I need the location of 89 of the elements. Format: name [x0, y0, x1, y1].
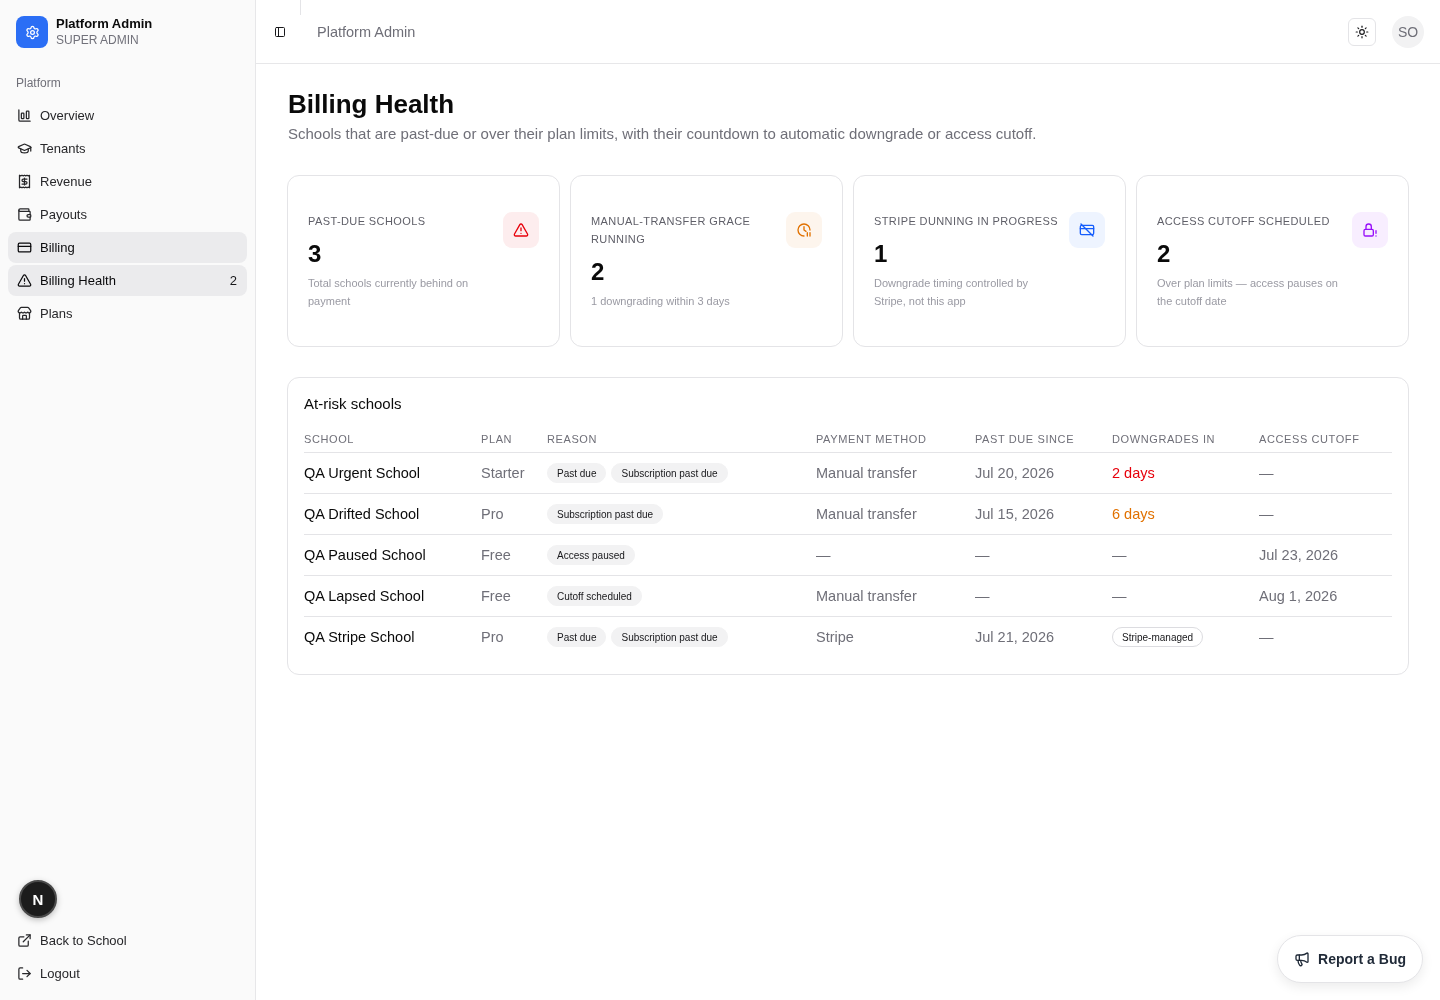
- report-bug-button[interactable]: Report a Bug: [1277, 935, 1423, 983]
- column-header: SCHOOL: [304, 432, 355, 445]
- bar-chart-icon: [17, 108, 32, 123]
- table-cell: Jul 20, 2026: [975, 465, 1054, 481]
- sidebar-item[interactable]: Back to School: [8, 925, 247, 956]
- user-avatar[interactable]: SO: [1392, 15, 1424, 48]
- table-cell: —: [816, 547, 831, 563]
- receipt-icon: [17, 174, 32, 189]
- column-header: PAYMENT METHOD: [816, 432, 927, 445]
- table-cell: Jul 21, 2026: [975, 629, 1054, 645]
- panel-left-icon: [274, 25, 286, 38]
- reason-tag: Access paused: [547, 545, 635, 565]
- table-cell: —: [975, 588, 990, 604]
- table-cell: QA Urgent School: [304, 465, 421, 481]
- reason-tag: Subscription past due: [611, 627, 728, 647]
- column-header: ACCESS CUTOFF: [1259, 432, 1360, 445]
- table-cell: QA Stripe School: [304, 629, 415, 645]
- column-header: REASON: [547, 432, 598, 445]
- external-link-icon: [17, 933, 32, 948]
- table-cell: Free: [481, 547, 511, 563]
- sidebar-item[interactable]: Plans: [8, 298, 247, 329]
- stat-note: Downgrade timing controlled by Stripe, not this app: [874, 276, 1030, 309]
- page-title: Billing Health: [288, 88, 456, 120]
- wallet-icon: [17, 207, 32, 222]
- table-cell: Manual transfer: [816, 465, 917, 481]
- sidebar-item[interactable]: Revenue: [8, 166, 247, 197]
- table-cell: Manual transfer: [816, 506, 917, 522]
- graduation-cap-icon: [17, 141, 32, 156]
- stat-value: 3: [308, 240, 323, 268]
- column-header: PAST DUE SINCE: [975, 432, 1075, 445]
- stat-value: 2: [1157, 240, 1172, 268]
- reason-tag: Cutoff scheduled: [547, 586, 642, 606]
- stat-value: 2: [591, 258, 606, 286]
- table-cell: QA Lapsed School: [304, 588, 425, 604]
- sun-icon: [1355, 24, 1369, 39]
- logout-icon: [17, 966, 32, 981]
- table-cell: Manual transfer: [816, 588, 917, 604]
- table-cell: Pro: [481, 629, 504, 645]
- table-cell: Jul 15, 2026: [975, 506, 1054, 522]
- megaphone-icon: [1294, 951, 1311, 967]
- sidebar-item[interactable]: Tenants: [8, 133, 247, 164]
- sidebar-item[interactable]: Overview: [8, 100, 247, 131]
- count-label: 2: [229, 273, 238, 288]
- table-cell: —: [1112, 547, 1127, 563]
- credit-card-icon: [17, 240, 32, 255]
- table-cell: 6 days: [1112, 506, 1155, 522]
- table-cell: —: [975, 547, 990, 563]
- topbar-title: Platform Admin: [317, 23, 416, 40]
- brand-subtitle: SUPER ADMIN: [56, 32, 140, 48]
- table-cell: Stripe: [816, 629, 854, 645]
- stat-note: Total schools currently behind on payment: [308, 276, 470, 309]
- table-cell: Starter: [481, 465, 525, 481]
- sidebar-item[interactable]: Billing: [8, 232, 247, 263]
- table-cell: —: [1259, 506, 1274, 522]
- sidebar-item[interactable]: Logout: [8, 958, 247, 989]
- stat-label: STRIPE DUNNING IN PROGRESS: [874, 214, 1059, 229]
- column-header: DOWNGRADES IN: [1112, 432, 1216, 445]
- stat-label: ACCESS CUTOFF SCHEDULED: [1157, 214, 1331, 229]
- group-label: Platform: [15, 75, 62, 91]
- table-cell: Pro: [481, 506, 504, 522]
- page-description: Schools that are past-due or over their plan limits, with their countdown to automatic downgrade or access cutoff.: [288, 124, 1038, 144]
- brand-title: Platform Admin: [56, 16, 153, 32]
- stat-note: 1 downgrading within 3 days: [591, 294, 731, 309]
- reason-tag: Subscription past due: [611, 463, 728, 483]
- table-cell: —: [1112, 588, 1127, 604]
- stat-label: PAST-DUE SCHOOLS: [308, 214, 427, 229]
- stat-label: MANUAL-TRANSFER GRACE RUNNING: [591, 214, 752, 247]
- sidebar-item[interactable]: Payouts: [8, 199, 247, 230]
- theme-toggle-button[interactable]: [1348, 17, 1376, 46]
- table-cell: Free: [481, 588, 511, 604]
- table-title: At-risk schools: [304, 394, 403, 414]
- status-tag: Stripe-managed: [1112, 627, 1204, 647]
- table-cell: Aug 1, 2026: [1259, 588, 1338, 604]
- table-cell: —: [1259, 629, 1274, 645]
- stat-value: 1: [874, 240, 889, 268]
- table-cell: Jul 23, 2026: [1259, 547, 1338, 563]
- stat-note: Over plan limits — access pauses on the cutoff date: [1157, 276, 1339, 309]
- table-cell: QA Drifted School: [304, 506, 420, 522]
- table-cell: —: [1259, 465, 1274, 481]
- column-header: PLAN: [481, 432, 513, 445]
- warning-icon: [17, 273, 32, 288]
- store-icon: [17, 306, 32, 321]
- gear-logo-icon: [16, 16, 48, 48]
- table-cell: QA Paused School: [304, 547, 426, 563]
- table-cell: 2 days: [1112, 465, 1155, 481]
- reason-tag: Past due: [547, 463, 607, 483]
- reason-tag: Past due: [547, 627, 607, 647]
- sidebar-item[interactable]: Billing Health 2: [8, 265, 247, 296]
- reason-tag: Subscription past due: [547, 504, 664, 524]
